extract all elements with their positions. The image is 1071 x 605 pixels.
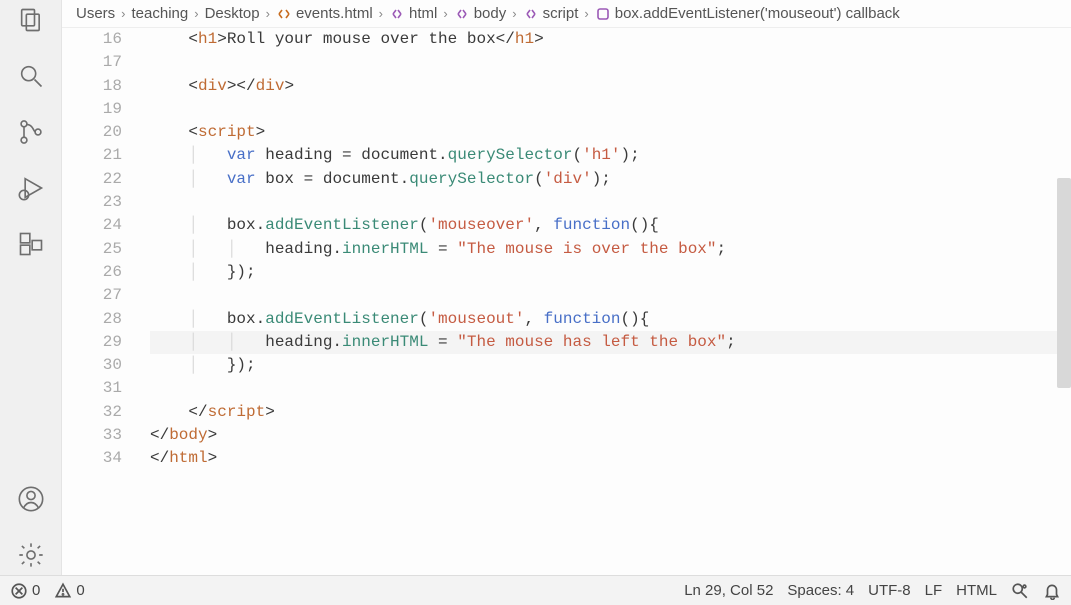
status-language[interactable]: HTML: [956, 582, 997, 599]
code-content[interactable]: <h1>Roll your mouse over the box</h1> <d…: [140, 28, 1071, 575]
crumb-callback[interactable]: box.addEventListener('mouseout') callbac…: [595, 5, 900, 22]
crumb-label: body: [474, 5, 507, 22]
line-number: 33: [62, 424, 122, 447]
line-number: 34: [62, 447, 122, 470]
symbol-method-icon: [595, 6, 611, 22]
crumb-script[interactable]: script: [523, 5, 579, 22]
symbol-icon: [523, 6, 539, 22]
line-number: 19: [62, 98, 122, 121]
crumb-label: teaching: [132, 5, 189, 22]
line-number: 28: [62, 308, 122, 331]
crumb-label: Users: [76, 5, 115, 22]
line-number: 21: [62, 144, 122, 167]
line-number-gutter: 16 17 18 19 20 21 22 23 24 25 26 27 28 2…: [62, 28, 140, 575]
crumb-file[interactable]: events.html: [276, 5, 373, 22]
line-number: 18: [62, 75, 122, 98]
scrollbar-thumb[interactable]: [1057, 178, 1071, 388]
crumb-users[interactable]: Users: [76, 5, 115, 22]
line-number: 20: [62, 121, 122, 144]
search-icon[interactable]: [0, 62, 62, 90]
chevron-right-icon: ›: [121, 6, 125, 21]
chevron-right-icon: ›: [194, 6, 198, 21]
line-number: 17: [62, 51, 122, 74]
html-file-icon: [276, 6, 292, 22]
status-feedback-icon[interactable]: [1011, 582, 1029, 600]
line-number: 29: [62, 331, 122, 354]
status-encoding[interactable]: UTF-8: [868, 582, 911, 599]
crumb-label: events.html: [296, 5, 373, 22]
explorer-icon[interactable]: [0, 6, 62, 34]
error-icon: [10, 582, 28, 600]
symbol-icon: [454, 6, 470, 22]
crumb-teaching[interactable]: teaching: [132, 5, 189, 22]
status-cursor[interactable]: Ln 29, Col 52: [684, 582, 773, 599]
line-number: 16: [62, 28, 122, 51]
status-notifications-icon[interactable]: [1043, 582, 1061, 600]
crumb-label: Desktop: [205, 5, 260, 22]
crumb-label: script: [543, 5, 579, 22]
chevron-right-icon: ›: [512, 6, 516, 21]
run-debug-icon[interactable]: [0, 174, 62, 202]
activity-bar: [0, 0, 62, 575]
line-number: 27: [62, 284, 122, 307]
status-error-count: 0: [32, 582, 40, 599]
extensions-icon[interactable]: [0, 230, 62, 258]
warning-icon: [54, 582, 72, 600]
status-eol[interactable]: LF: [925, 582, 943, 599]
source-control-icon[interactable]: [0, 118, 62, 146]
status-warnings[interactable]: 0: [54, 582, 84, 600]
breadcrumb[interactable]: Users › teaching › Desktop › events.html…: [62, 0, 1071, 28]
status-warning-count: 0: [76, 582, 84, 599]
crumb-body[interactable]: body: [454, 5, 507, 22]
line-number: 22: [62, 168, 122, 191]
crumb-desktop[interactable]: Desktop: [205, 5, 260, 22]
accounts-icon[interactable]: [0, 485, 62, 513]
crumb-label: box.addEventListener('mouseout') callbac…: [615, 5, 900, 22]
chevron-right-icon: ›: [443, 6, 447, 21]
line-number: 24: [62, 214, 122, 237]
chevron-right-icon: ›: [584, 6, 588, 21]
line-number: 31: [62, 377, 122, 400]
chevron-right-icon: ›: [266, 6, 270, 21]
line-number: 25: [62, 238, 122, 261]
crumb-label: html: [409, 5, 437, 22]
line-number: 26: [62, 261, 122, 284]
line-number: 32: [62, 401, 122, 424]
crumb-html[interactable]: html: [389, 5, 437, 22]
chevron-right-icon: ›: [379, 6, 383, 21]
code-editor[interactable]: 16 17 18 19 20 21 22 23 24 25 26 27 28 2…: [62, 28, 1071, 575]
symbol-icon: [389, 6, 405, 22]
status-bar: 0 0 Ln 29, Col 52 Spaces: 4 UTF-8 LF HTM…: [0, 575, 1071, 605]
settings-gear-icon[interactable]: [0, 541, 62, 569]
status-errors[interactable]: 0: [10, 582, 40, 600]
line-number: 23: [62, 191, 122, 214]
line-number: 30: [62, 354, 122, 377]
status-indent[interactable]: Spaces: 4: [787, 582, 854, 599]
